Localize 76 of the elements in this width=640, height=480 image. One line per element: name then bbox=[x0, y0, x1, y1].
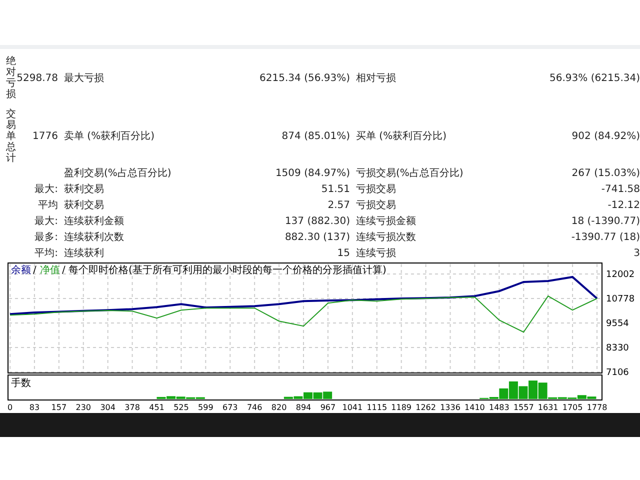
y-tick-label: 8330 bbox=[606, 344, 629, 354]
stat-value: -1390.77 (18) bbox=[570, 232, 640, 242]
stat-value: 3 bbox=[632, 248, 640, 258]
x-tick-label: 378 bbox=[124, 403, 140, 412]
x-tick-label: 230 bbox=[76, 403, 92, 412]
x-tick-label: 746 bbox=[246, 403, 262, 412]
legend-text: / 每个即时价格(基于所有可利用的最小时段的每一个价格的分形插值计算) bbox=[62, 265, 386, 276]
section-label: 绝对亏损 bbox=[6, 56, 16, 100]
stat-value: 902 (84.92%) bbox=[570, 130, 640, 142]
x-tick-label: 304 bbox=[100, 403, 116, 412]
x-tick-label: 1336 bbox=[440, 403, 460, 412]
stat-label: 连续亏损次数 bbox=[355, 230, 417, 244]
x-tick-label: 1115 bbox=[366, 403, 388, 412]
legend-label: 净值 bbox=[40, 265, 60, 276]
stat-label: 亏损交易 bbox=[355, 198, 397, 212]
stat-value: 267 (15.03%) bbox=[570, 168, 640, 178]
stat-label: 获利交易 bbox=[63, 182, 105, 196]
stat-label: 连续亏损金额 bbox=[355, 214, 417, 228]
x-tick-label: 1778 bbox=[586, 403, 608, 412]
stat-label: 最大亏损 bbox=[63, 72, 105, 85]
stat-value: -12.12 bbox=[606, 200, 640, 210]
stat-label: 买单 (%获利百分比) bbox=[355, 130, 448, 143]
stat-label: 连续获利金额 bbox=[63, 214, 125, 228]
stat-value: 2.57 bbox=[326, 200, 350, 210]
x-tick-label: 525 bbox=[174, 403, 189, 412]
stat-label: 相对亏损 bbox=[355, 72, 397, 85]
x-tick-label: 83 bbox=[29, 403, 40, 412]
x-tick-label: 820 bbox=[271, 403, 287, 412]
stat-label: 亏损交易 bbox=[355, 182, 397, 196]
x-tick-label: 1041 bbox=[342, 403, 363, 412]
stat-label: 连续获利 bbox=[63, 246, 105, 260]
x-tick-label: 157 bbox=[51, 403, 67, 412]
stat-prefix: 平均 bbox=[38, 200, 58, 211]
y-tick-label: 7106 bbox=[606, 368, 629, 378]
x-tick-label: 1410 bbox=[464, 403, 485, 412]
legend-label: 余额 bbox=[11, 265, 31, 276]
x-tick-label: 1262 bbox=[416, 403, 436, 412]
stat-label: 连续亏损 bbox=[355, 246, 397, 260]
x-tick-label: 451 bbox=[149, 403, 164, 412]
x-tick-label: 673 bbox=[222, 403, 238, 412]
x-tick-label: 1631 bbox=[538, 403, 558, 412]
stat-value: 6215.34 (56.93%) bbox=[258, 72, 350, 84]
stat-label: 获利交易 bbox=[63, 198, 105, 212]
stat-value: 51.51 bbox=[320, 184, 350, 194]
stat-prefix: 平均: bbox=[34, 248, 58, 259]
stat-label: 亏损交易(%占总百分比) bbox=[355, 166, 464, 180]
stat-label: 盈利交易(%占总百分比) bbox=[63, 166, 172, 180]
x-tick-label: 1483 bbox=[488, 403, 510, 412]
legend-separator: / bbox=[33, 265, 36, 276]
stat-value: 874 (85.01%) bbox=[280, 130, 350, 142]
x-tick-label: 0 bbox=[7, 403, 13, 412]
x-tick-label: 1705 bbox=[562, 403, 583, 412]
x-tick-label: 894 bbox=[296, 403, 312, 412]
section-label: 交易单总计 bbox=[6, 108, 16, 164]
stat-value: 15 bbox=[336, 248, 350, 258]
stat-value: 137 (882.30) bbox=[284, 216, 350, 226]
x-tick-label: 967 bbox=[320, 403, 336, 412]
stat-prefix: 最大: bbox=[34, 184, 58, 195]
y-tick-label: 12002 bbox=[606, 270, 635, 280]
y-tick-label: 9554 bbox=[606, 319, 629, 329]
y-tick-label: 10778 bbox=[606, 294, 635, 304]
x-tick-label: 1189 bbox=[391, 403, 412, 412]
stat-value: 1509 (84.97%) bbox=[274, 168, 350, 178]
stat-label: 连续获利次数 bbox=[63, 230, 125, 244]
volume-label: 手数 bbox=[11, 378, 31, 389]
stat-value: 56.93% (6215.34) bbox=[548, 72, 640, 84]
stat-value: -741.58 bbox=[600, 184, 640, 194]
stat-prefix: 最大: bbox=[34, 216, 58, 227]
stat-value: 5298.78 bbox=[16, 72, 58, 84]
stat-label: 卖单 (%获利百分比) bbox=[63, 130, 156, 143]
stat-value: 1776 bbox=[32, 130, 58, 142]
x-tick-label: 599 bbox=[198, 403, 214, 412]
stat-value: 882.30 (137) bbox=[284, 232, 350, 242]
x-tick-label: 1557 bbox=[513, 403, 534, 412]
stat-prefix: 最多: bbox=[34, 232, 58, 243]
stat-value: 18 (-1390.77) bbox=[570, 216, 640, 226]
